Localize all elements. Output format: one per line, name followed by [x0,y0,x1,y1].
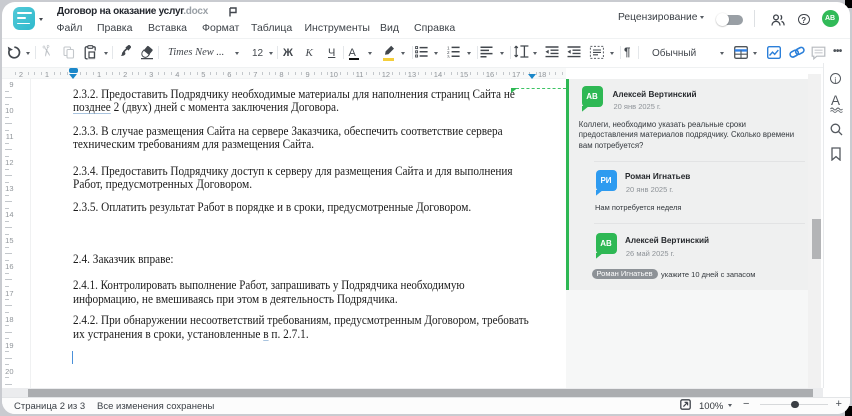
svg-text:3: 3 [447,54,450,58]
